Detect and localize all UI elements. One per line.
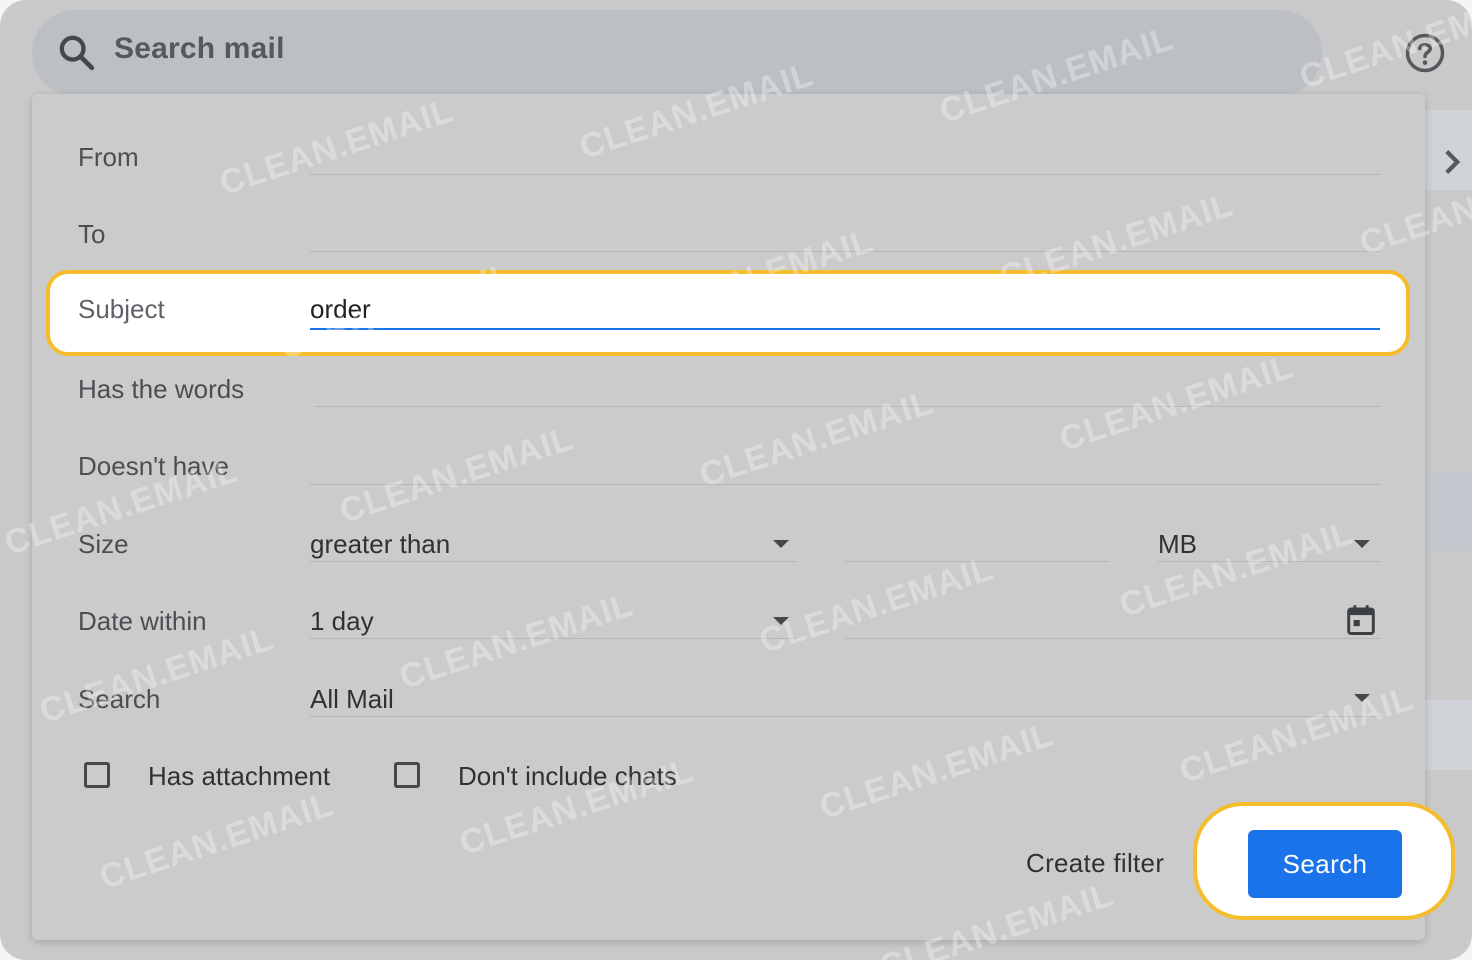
date-within-label: Date within (78, 606, 207, 636)
size-unit-underline (1158, 561, 1380, 562)
to-label: To (78, 219, 106, 249)
subject-highlight (46, 270, 1410, 356)
date-input[interactable] (845, 638, 1380, 639)
search-input[interactable]: Search mail (114, 32, 285, 66)
subject-label: Subject (78, 294, 165, 324)
size-unit-select[interactable]: MB (1158, 529, 1197, 560)
search-scope-label: Search (78, 684, 161, 714)
size-operator-select[interactable]: greater than (310, 529, 450, 560)
chevron-down-icon[interactable] (773, 540, 789, 548)
subject-input[interactable]: order (310, 294, 371, 325)
has-words-input[interactable] (314, 406, 1380, 407)
to-input[interactable] (310, 251, 1380, 252)
help-icon[interactable] (1404, 32, 1446, 74)
date-within-underline (310, 638, 796, 639)
size-operator-underline (310, 561, 796, 562)
dont-include-chats-label[interactable]: Don't include chats (458, 761, 677, 792)
background-row (1422, 700, 1472, 770)
size-value-input[interactable] (845, 561, 1110, 562)
search-button[interactable]: Search (1248, 830, 1402, 898)
subject-input-underline (310, 328, 1380, 330)
background-row (1422, 470, 1472, 550)
date-within-select[interactable]: 1 day (310, 606, 374, 637)
screenshot-frame: Search mail From To Subject order Has th… (0, 0, 1472, 960)
has-words-label: Has the words (78, 374, 245, 404)
chevron-right-icon[interactable] (1440, 148, 1464, 176)
chevron-down-icon[interactable] (1354, 540, 1370, 548)
from-input[interactable] (310, 174, 1380, 175)
size-label: Size (78, 529, 129, 559)
doesnt-have-label: Doesn't have (78, 451, 229, 481)
calendar-icon[interactable] (1346, 604, 1376, 636)
chevron-down-icon[interactable] (773, 617, 789, 625)
dont-include-chats-checkbox[interactable] (394, 762, 420, 788)
from-label: From (78, 142, 139, 172)
search-scope-select[interactable]: All Mail (310, 684, 394, 715)
search-scope-underline (310, 716, 1380, 717)
has-attachment-label[interactable]: Has attachment (148, 761, 330, 792)
create-filter-button[interactable]: Create filter (1026, 848, 1164, 879)
has-attachment-checkbox[interactable] (84, 762, 110, 788)
doesnt-have-input[interactable] (310, 484, 1380, 485)
chevron-down-icon[interactable] (1354, 694, 1370, 702)
search-icon[interactable] (56, 32, 96, 72)
